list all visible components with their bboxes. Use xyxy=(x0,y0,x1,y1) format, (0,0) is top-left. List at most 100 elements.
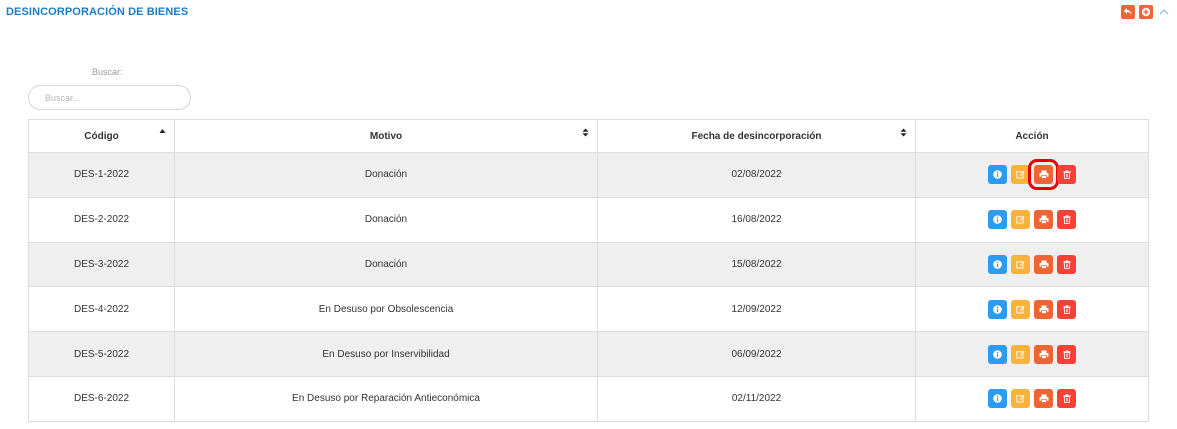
cell-motivo: En Desuso por Inservibilidad xyxy=(174,331,598,377)
cell-codigo: DES-5-2022 xyxy=(28,331,175,377)
print-icon xyxy=(1039,170,1048,180)
cell-accion xyxy=(915,196,1149,243)
delete-button[interactable] xyxy=(1057,389,1076,409)
cell-motivo: En Desuso por Reparación Antieconómica xyxy=(174,375,598,422)
delete-button[interactable] xyxy=(1057,299,1076,319)
panel-tools xyxy=(1121,5,1171,19)
info-icon xyxy=(993,394,1002,404)
edit-icon xyxy=(1016,260,1025,269)
edit-button[interactable] xyxy=(1011,389,1030,409)
print-icon xyxy=(1039,350,1048,359)
trash-icon xyxy=(1063,215,1070,225)
edit-button[interactable] xyxy=(1011,344,1030,364)
edit-button[interactable] xyxy=(1011,254,1030,274)
edit-icon xyxy=(1016,305,1025,314)
plus-circle-icon xyxy=(1141,7,1151,17)
info-icon xyxy=(993,349,1002,359)
print-button[interactable] xyxy=(1028,159,1059,191)
delete-button[interactable] xyxy=(1057,165,1076,185)
table-row: DES-4-2022 En Desuso por Obsolescencia 1… xyxy=(28,286,1149,333)
cell-codigo: DES-1-2022 xyxy=(28,152,175,198)
cell-motivo: En Desuso por Obsolescencia xyxy=(174,286,598,333)
trash-icon xyxy=(1063,394,1070,404)
print-button[interactable] xyxy=(1034,210,1053,230)
column-header-label: Acción xyxy=(1015,130,1049,142)
panel-title: DESINCORPORACIÓN DE BIENES xyxy=(6,6,189,18)
cell-codigo: DES-2-2022 xyxy=(28,196,175,243)
undo-icon xyxy=(1124,8,1132,16)
info-icon xyxy=(993,170,1002,180)
edit-icon xyxy=(1016,395,1025,403)
cell-codigo: DES-4-2022 xyxy=(28,286,175,333)
cell-motivo: Donación xyxy=(174,196,598,243)
delete-button[interactable] xyxy=(1057,254,1076,274)
info-button[interactable] xyxy=(988,344,1007,364)
print-button[interactable] xyxy=(1034,299,1053,319)
cell-codigo: DES-3-2022 xyxy=(28,241,175,288)
chevron-up-icon xyxy=(1159,9,1169,15)
column-header-codigo[interactable]: Código xyxy=(28,119,175,153)
info-button[interactable] xyxy=(988,254,1007,274)
column-header-label: Código xyxy=(84,130,119,142)
cell-motivo: Donación xyxy=(174,152,598,198)
table-row: DES-5-2022 En Desuso por Inservibilidad … xyxy=(28,331,1149,377)
info-icon xyxy=(993,260,1002,269)
row-actions xyxy=(916,299,1148,319)
print-icon xyxy=(1039,305,1048,314)
column-header-label: Motivo xyxy=(369,130,403,142)
print-button[interactable] xyxy=(1034,344,1053,364)
cell-fecha: 15/08/2022 xyxy=(597,241,916,288)
row-actions xyxy=(916,159,1148,191)
table-row: DES-3-2022 Donación 15/08/2022 xyxy=(28,241,1149,288)
info-button[interactable] xyxy=(988,389,1007,409)
trash-icon xyxy=(1063,349,1070,359)
edit-icon xyxy=(1016,171,1025,179)
cell-accion xyxy=(915,152,1149,198)
row-actions xyxy=(916,210,1148,230)
cell-fecha: 02/11/2022 xyxy=(597,375,916,422)
table-row: DES-6-2022 En Desuso por Reparación Anti… xyxy=(28,375,1149,422)
cell-fecha: 12/09/2022 xyxy=(597,286,916,333)
undo-button[interactable] xyxy=(1121,5,1135,19)
edit-button[interactable] xyxy=(1011,210,1030,230)
cell-fecha: 06/09/2022 xyxy=(597,331,916,377)
column-header-label: Fecha de desincorporación xyxy=(691,130,822,142)
delete-button[interactable] xyxy=(1057,210,1076,230)
info-button[interactable] xyxy=(988,165,1007,185)
column-header-motivo[interactable]: Motivo xyxy=(174,119,598,153)
info-button[interactable] xyxy=(988,299,1007,319)
print-icon xyxy=(1039,215,1048,225)
cell-accion xyxy=(915,375,1149,422)
edit-button[interactable] xyxy=(1011,165,1030,185)
search-input[interactable] xyxy=(28,85,191,110)
print-icon xyxy=(1039,260,1048,269)
column-header-accion: Acción xyxy=(915,119,1149,153)
sort-icon xyxy=(582,128,589,137)
row-actions xyxy=(916,254,1148,274)
cell-motivo: Donación xyxy=(174,241,598,288)
search-label: Buscar: xyxy=(92,67,123,77)
info-button[interactable] xyxy=(988,210,1007,230)
collapse-button[interactable] xyxy=(1157,5,1171,19)
table-header-row: Código Motivo Fecha de desincorporación xyxy=(28,119,1149,153)
cell-accion xyxy=(915,286,1149,333)
edit-button[interactable] xyxy=(1011,299,1030,319)
table-row: DES-1-2022 Donación 02/08/2022 xyxy=(28,152,1149,198)
cell-accion xyxy=(915,331,1149,377)
table-row: DES-2-2022 Donación 16/08/2022 xyxy=(28,196,1149,243)
edit-icon xyxy=(1016,216,1025,224)
add-button[interactable] xyxy=(1139,5,1153,19)
delete-button[interactable] xyxy=(1057,344,1076,364)
print-button[interactable] xyxy=(1034,254,1053,274)
edit-icon xyxy=(1016,350,1025,359)
trash-icon xyxy=(1063,305,1070,314)
cell-fecha: 16/08/2022 xyxy=(597,196,916,243)
print-icon xyxy=(1039,394,1048,404)
cell-fecha: 02/08/2022 xyxy=(597,152,916,198)
print-button[interactable] xyxy=(1034,389,1053,409)
cell-accion xyxy=(915,241,1149,288)
trash-icon xyxy=(1063,170,1070,180)
column-header-fecha[interactable]: Fecha de desincorporación xyxy=(597,119,916,153)
sort-asc-icon xyxy=(159,129,166,133)
info-icon xyxy=(993,215,1002,224)
